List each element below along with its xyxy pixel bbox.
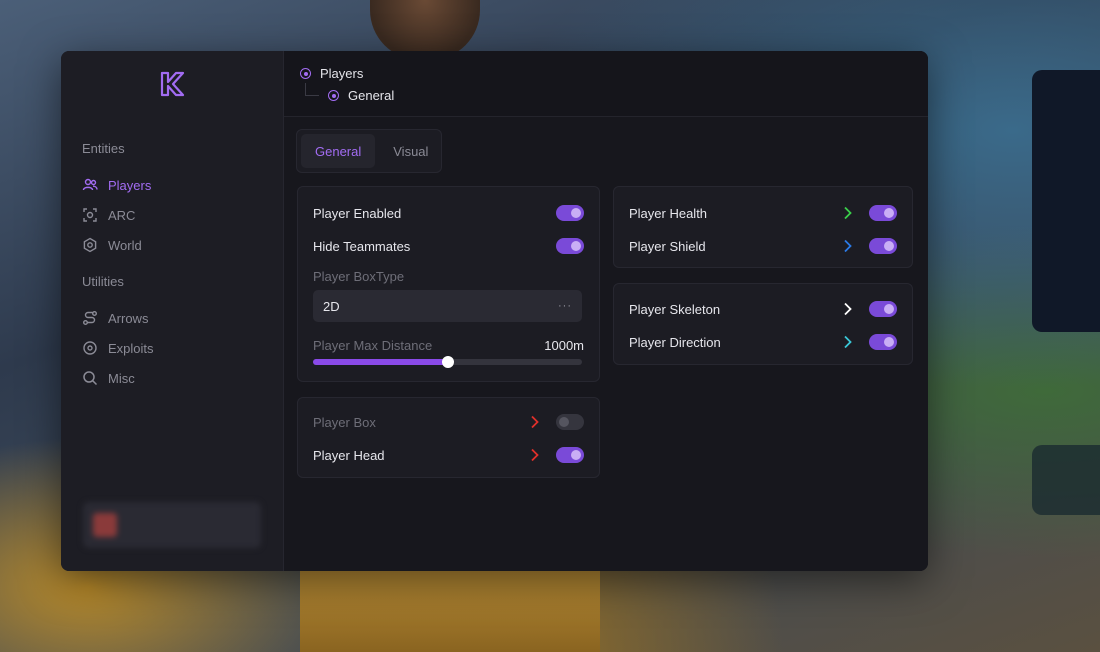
tab-bar: General Visual <box>296 129 442 173</box>
k-logo-icon <box>160 71 185 97</box>
chevron-right-icon[interactable] <box>843 335 853 349</box>
background-person-body <box>300 570 600 652</box>
player-box-toggle[interactable] <box>556 414 584 430</box>
player-enabled-row: Player Enabled <box>313 203 584 223</box>
chevron-right-icon[interactable] <box>843 239 853 253</box>
sidebar-item-world[interactable]: World <box>82 237 142 253</box>
sidebar-item-players[interactable]: Players <box>82 177 151 193</box>
skeleton-settings-card: Player Skeleton Player Direction <box>613 283 913 365</box>
chevron-right-icon[interactable] <box>530 415 540 429</box>
player-enabled-label: Player Enabled <box>313 205 402 221</box>
player-health-label: Player Health <box>629 205 708 221</box>
breadcrumb-item-general[interactable]: General <box>328 88 394 103</box>
background-panel-lower <box>1032 445 1100 515</box>
player-direction-toggle[interactable] <box>869 334 897 350</box>
background-panel <box>1032 70 1100 332</box>
sidebar-item-arrows[interactable]: Arrows <box>82 310 148 326</box>
player-enabled-toggle[interactable] <box>556 205 584 221</box>
player-box-row: Player Box <box>313 412 584 432</box>
player-skeleton-label: Player Skeleton <box>629 301 721 317</box>
player-health-toggle[interactable] <box>869 205 897 221</box>
crosshair-icon <box>83 341 97 355</box>
sidebar-item-label: Misc <box>108 370 135 386</box>
content-area: Players General General Visual Player En… <box>284 51 928 571</box>
player-shield-row: Player Shield <box>629 236 897 256</box>
boxtype-value: 2D <box>323 298 340 314</box>
chevron-right-icon[interactable] <box>843 302 853 316</box>
sidebar-item-label: World <box>108 237 142 253</box>
box-settings-card: Player Box Player Head <box>297 397 600 478</box>
slider-thumb[interactable] <box>441 356 454 368</box>
slider-fill <box>313 359 448 365</box>
more-icon: ··· <box>558 300 572 312</box>
sidebar-item-label: ARC <box>108 207 136 223</box>
hide-teammates-row: Hide Teammates <box>313 236 584 256</box>
chevron-right-icon[interactable] <box>843 206 853 220</box>
sidebar: Entities Players ARC World Utilities Arr… <box>61 51 284 571</box>
health-settings-card: Player Health Player Shield <box>613 186 913 268</box>
section-label-utilities: Utilities <box>82 274 124 289</box>
section-label-entities: Entities <box>82 141 125 156</box>
sidebar-item-arc[interactable]: ARC <box>82 207 135 223</box>
player-head-label: Player Head <box>313 447 385 463</box>
boxtype-label: Player BoxType <box>313 269 405 284</box>
sidebar-item-label: Players <box>108 177 152 193</box>
hide-teammates-label: Hide Teammates <box>313 238 411 254</box>
player-skeleton-row: Player Skeleton <box>629 299 897 319</box>
gear-icon <box>83 237 97 253</box>
sidebar-item-exploits[interactable]: Exploits <box>82 340 154 356</box>
player-shield-label: Player Shield <box>629 238 706 254</box>
breadcrumb-label: General <box>348 88 395 103</box>
avatar <box>93 513 117 537</box>
max-distance-slider[interactable] <box>313 356 582 368</box>
player-direction-label: Player Direction <box>629 334 721 350</box>
target-icon <box>83 208 97 222</box>
player-health-row: Player Health <box>629 203 897 223</box>
radio-dot-icon <box>300 68 311 79</box>
users-icon <box>82 178 98 191</box>
breadcrumb-label: Players <box>320 66 364 81</box>
radio-dot-icon <box>328 90 339 101</box>
breadcrumb-item-players[interactable]: Players <box>300 66 363 81</box>
sidebar-item-label: Arrows <box>108 310 149 326</box>
route-icon <box>83 311 97 325</box>
tab-general[interactable]: General <box>301 134 376 168</box>
chevron-right-icon[interactable] <box>530 448 540 462</box>
boxtype-select[interactable]: 2D ··· <box>313 290 582 322</box>
sidebar-item-misc[interactable]: Misc <box>82 370 135 386</box>
general-settings-card: Player Enabled Hide Teammates Player Box… <box>297 186 600 382</box>
menu-window: Entities Players ARC World Utilities Arr… <box>61 51 928 571</box>
sidebar-item-label: Exploits <box>108 340 154 356</box>
player-skeleton-toggle[interactable] <box>869 301 897 317</box>
max-distance-value: 1000m <box>544 338 584 353</box>
player-box-label: Player Box <box>313 414 376 430</box>
player-head-toggle[interactable] <box>556 447 584 463</box>
player-direction-row: Player Direction <box>629 332 897 352</box>
breadcrumb: Players General <box>284 51 928 117</box>
max-distance-label: Player Max Distance <box>313 338 433 353</box>
player-shield-toggle[interactable] <box>869 238 897 254</box>
search-icon <box>83 371 98 386</box>
tab-visual[interactable]: Visual <box>379 134 442 168</box>
tree-connector <box>305 83 319 96</box>
player-head-row: Player Head <box>313 445 584 465</box>
user-profile-card[interactable] <box>83 502 261 548</box>
hide-teammates-toggle[interactable] <box>556 238 584 254</box>
